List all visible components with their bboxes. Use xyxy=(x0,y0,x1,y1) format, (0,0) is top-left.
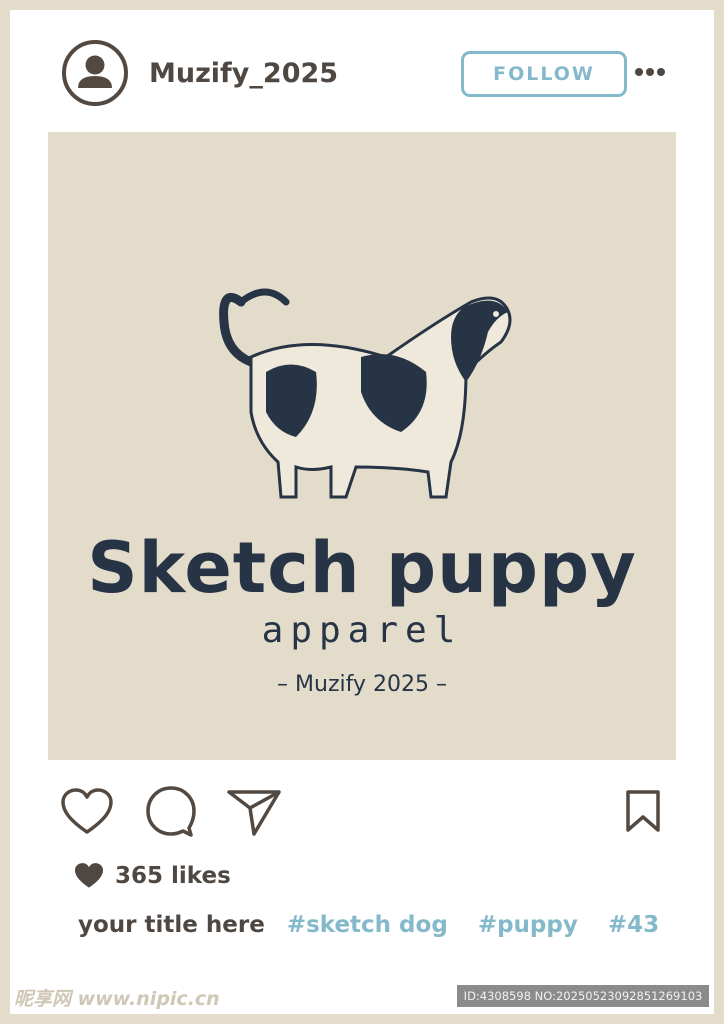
post-image: Sketch puppy apparel – Muzify 2025 – xyxy=(48,132,676,760)
caption: your title here #sketch dog #puppy #43 xyxy=(78,912,681,938)
heart-outline-icon[interactable] xyxy=(60,788,114,840)
site-watermark: 昵享网 www.nipic.cn xyxy=(14,988,220,1010)
username[interactable]: Muzify_2025 xyxy=(149,58,338,89)
bookmark-icon[interactable] xyxy=(624,789,662,837)
hashtag-link[interactable]: #sketch dog xyxy=(287,912,448,938)
likes-count[interactable]: 365 likes xyxy=(115,863,231,889)
follow-button[interactable]: FOLLOW xyxy=(461,51,627,97)
caption-title: your title here xyxy=(78,912,265,938)
id-watermark: ID:4308598 NO:20250523092851269103 xyxy=(457,985,709,1007)
hashtag-link[interactable]: #43 xyxy=(608,912,659,938)
paper-plane-icon[interactable] xyxy=(226,788,282,842)
brand-subtitle: apparel xyxy=(261,610,463,651)
brand-title: Sketch puppy xyxy=(87,527,637,609)
hashtag-link[interactable]: #puppy xyxy=(478,912,578,938)
avatar[interactable] xyxy=(62,40,128,106)
brand-tagline: – Muzify 2025 – xyxy=(277,672,447,697)
dog-illustration xyxy=(219,288,512,499)
heart-filled-icon xyxy=(75,863,103,888)
post-card: Muzify_2025 FOLLOW Sketch puppy apparel … xyxy=(10,10,714,1014)
likes-row: 365 likes xyxy=(73,862,231,890)
more-options-icon[interactable] xyxy=(634,64,666,78)
speech-bubble-icon[interactable] xyxy=(145,786,197,842)
user-icon xyxy=(78,55,112,88)
